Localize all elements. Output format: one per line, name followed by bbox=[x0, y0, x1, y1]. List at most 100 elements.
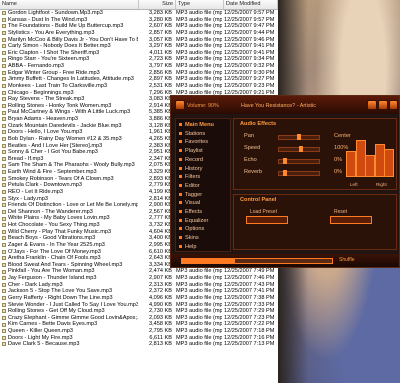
effect-slider[interactable] bbox=[278, 146, 320, 152]
mp3-file-icon bbox=[2, 322, 6, 327]
file-row[interactable]: Doors - Light My Fire.mp3 6,611 KB MP3 aud… bbox=[0, 335, 278, 342]
file-row[interactable]: Kansas - Dust In The Wind.mp3 3,280 KB MP3… bbox=[0, 17, 278, 24]
effect-value: 0% bbox=[334, 157, 343, 163]
effect-slider[interactable] bbox=[278, 134, 320, 140]
file-row[interactable]: Edgar Winter Group - Free Ride.mp3 2,856 … bbox=[0, 70, 278, 77]
file-name: Jay Ferguson - Thunder Island.mp3 bbox=[8, 275, 97, 281]
file-name: Beatles - And I Love Her [Stereo].mp3 bbox=[8, 142, 103, 149]
player-menu-icon[interactable] bbox=[175, 100, 185, 110]
sidebar-item-label: History bbox=[185, 165, 203, 172]
sidebar-item-label: Options bbox=[185, 226, 205, 233]
file-row[interactable]: Kim Carnes - Bette Davis Eyes.mp3 3,458 K… bbox=[0, 321, 278, 328]
bullet-icon bbox=[179, 175, 182, 179]
sidebar-item-label: Visual bbox=[185, 200, 201, 207]
mp3-file-icon bbox=[2, 77, 6, 82]
sidebar-item-editor[interactable]: Editor bbox=[179, 182, 229, 191]
file-row[interactable]: Jimmy Buffett - Changes In Latitudes, At… bbox=[0, 76, 278, 83]
file-size: 2,951 KB bbox=[148, 149, 172, 156]
file-size: 6,610 KB bbox=[148, 248, 172, 255]
file-type: MP3 audio file (mp3) bbox=[176, 69, 222, 76]
seek-bar[interactable] bbox=[181, 258, 333, 264]
sidebar-item-help[interactable]: Help bbox=[179, 243, 229, 252]
file-date-modified: 12/25/2007 9:47 PM bbox=[224, 23, 275, 30]
sidebar-item-effects[interactable]: Effects bbox=[179, 208, 229, 217]
slider-knob[interactable] bbox=[298, 146, 303, 152]
file-date-modified: 12/25/2007 9:57 PM bbox=[224, 16, 275, 23]
slider-knob[interactable] bbox=[282, 170, 287, 176]
file-row[interactable]: Stylistics - You Are Everything.mp3 2,857… bbox=[0, 30, 278, 37]
file-type: MP3 audio file (mp3) bbox=[176, 76, 222, 83]
file-name: O'Jays - For The Love Of Money.mp3 bbox=[8, 248, 101, 255]
file-row[interactable]: Crazy Elephant - Gimme Gimme Good Lovin&… bbox=[0, 315, 278, 322]
sidebar-item-playlist[interactable]: Playlist bbox=[179, 147, 229, 156]
effect-slider[interactable] bbox=[278, 170, 320, 176]
mp3-file-icon bbox=[2, 24, 6, 29]
minimize-icon[interactable] bbox=[367, 100, 377, 110]
file-row[interactable]: Gordon Lightfoot - Sundown.Mp3.mp3 3,283 … bbox=[0, 10, 278, 17]
sidebar-item-filters[interactable]: Filters bbox=[179, 173, 229, 182]
file-size: 7,296 KB bbox=[148, 89, 172, 96]
file-type: MP3 audio file (mp3) bbox=[176, 314, 222, 321]
effect-label: Reverb bbox=[244, 169, 263, 175]
file-row[interactable]: Rolling Stones - Get Off My Cloud.mp3 2,7… bbox=[0, 308, 278, 315]
effect-value: 0% bbox=[334, 169, 343, 175]
effect-label: Pan bbox=[244, 133, 254, 139]
mp3-file-icon bbox=[2, 296, 6, 301]
file-size: 5,385 KB bbox=[148, 109, 172, 116]
sidebar-item-stations[interactable]: Stations bbox=[179, 130, 229, 139]
file-size: 2,814 KB bbox=[148, 195, 172, 202]
sidebar-item-label: Effects bbox=[185, 209, 202, 215]
slider-knob[interactable] bbox=[297, 134, 301, 140]
sidebar-item-favorites[interactable]: Favorites bbox=[179, 138, 229, 147]
mp3-file-icon bbox=[2, 229, 6, 234]
shuffle-toggle[interactable]: Shuffle bbox=[339, 257, 354, 263]
file-size: 2,607 KB bbox=[148, 23, 172, 30]
mp3-file-icon bbox=[2, 276, 6, 281]
file-row[interactable]: The Foundations - Build Me Up Buttercup.… bbox=[0, 23, 278, 30]
effect-slider[interactable] bbox=[278, 158, 320, 164]
column-header-date-modified[interactable]: Date Modified bbox=[224, 0, 278, 9]
player-title-bar[interactable]: Volume: 90% Have You Resistance? - Artis… bbox=[171, 96, 399, 114]
mp3-file-icon bbox=[2, 103, 6, 108]
sidebar-item-tagger[interactable]: Tagger bbox=[179, 191, 229, 200]
sidebar-item-skins[interactable]: Skins bbox=[179, 234, 229, 243]
load-preset-button[interactable] bbox=[246, 216, 288, 224]
maximize-icon[interactable] bbox=[378, 100, 388, 110]
file-size: 2,779 KB bbox=[148, 182, 172, 189]
slider-knob[interactable] bbox=[282, 158, 287, 164]
file-date-modified: 12/25/2007 7:46 PM bbox=[224, 275, 275, 281]
file-row[interactable]: Stevie Wonder - I Just Called To Say I L… bbox=[0, 302, 278, 309]
column-header-type[interactable]: Type bbox=[176, 0, 224, 9]
file-row[interactable]: ABBA - Fernando.mp3 3,797 KB MP3 audio fil… bbox=[0, 63, 278, 70]
sidebar-item-options[interactable]: Options bbox=[179, 225, 229, 234]
mp3-file-icon bbox=[2, 156, 6, 161]
close-icon[interactable] bbox=[389, 100, 398, 110]
sidebar-item-equalizer[interactable]: Equalizer bbox=[179, 217, 229, 226]
file-name: Petula Clark - Downtown.mp3 bbox=[8, 182, 82, 189]
sidebar-item-record[interactable]: Record bbox=[179, 156, 229, 165]
file-row[interactable]: Cher - Dark Lady.mp3 2,313 KB MP3 audio fi… bbox=[0, 282, 278, 289]
column-header-size[interactable]: Size bbox=[139, 0, 176, 9]
file-row[interactable]: Queen - Killer Queen.mp3 2,795 KB MP3 audi… bbox=[0, 328, 278, 335]
sidebar-item-visual[interactable]: Visual bbox=[179, 199, 229, 208]
file-row[interactable]: Monkees - Last Train To Clarksville.mp3 2… bbox=[0, 83, 278, 90]
sidebar-item-history[interactable]: History bbox=[179, 165, 229, 174]
file-row[interactable]: Carly Simon - Nobody Does It Better.mp3 3… bbox=[0, 43, 278, 50]
file-row[interactable]: Pinkfall - You Are The Woman.mp3 2,474 KB… bbox=[0, 268, 278, 275]
media-player-window: Volume: 90% Have You Resistance? - Artis… bbox=[170, 95, 400, 268]
column-header-name[interactable]: Name bbox=[0, 0, 139, 9]
file-name: Del Shannon - The Wanderer.mp3 bbox=[8, 208, 93, 215]
reset-button[interactable] bbox=[330, 216, 372, 224]
file-type: MP3 audio file (mp3) bbox=[176, 301, 222, 308]
control-panel: Control Panel Load Preset Reset bbox=[233, 194, 397, 250]
file-row[interactable]: Dave Clark 5 - Because.mp3 2,813 KB MP3 au… bbox=[0, 341, 278, 348]
file-row[interactable]: Jay Ferguson - Thunder Island.mp3 2,907 K… bbox=[0, 275, 278, 282]
file-row[interactable]: Marilyn McCoo & Billy Davis Jr - You Don… bbox=[0, 37, 278, 44]
file-type: MP3 audio file (mp3) bbox=[176, 334, 222, 341]
file-row[interactable]: Eric Clapton - I Shot The Sheriff.mp3 4,0… bbox=[0, 50, 278, 57]
sidebar-item-main-menu[interactable]: Main Menu bbox=[179, 121, 229, 130]
file-row[interactable]: Ringo Starr - You're Sixteen.mp3 2,723 KB… bbox=[0, 56, 278, 63]
file-date-modified: 12/25/2007 7:41 PM bbox=[224, 288, 275, 295]
file-row[interactable]: Gerry Rafferty - Right Down The Line.mp3… bbox=[0, 295, 278, 302]
file-row[interactable]: Jackson 5 - Stop The Love You Save.mp3 2,… bbox=[0, 288, 278, 295]
